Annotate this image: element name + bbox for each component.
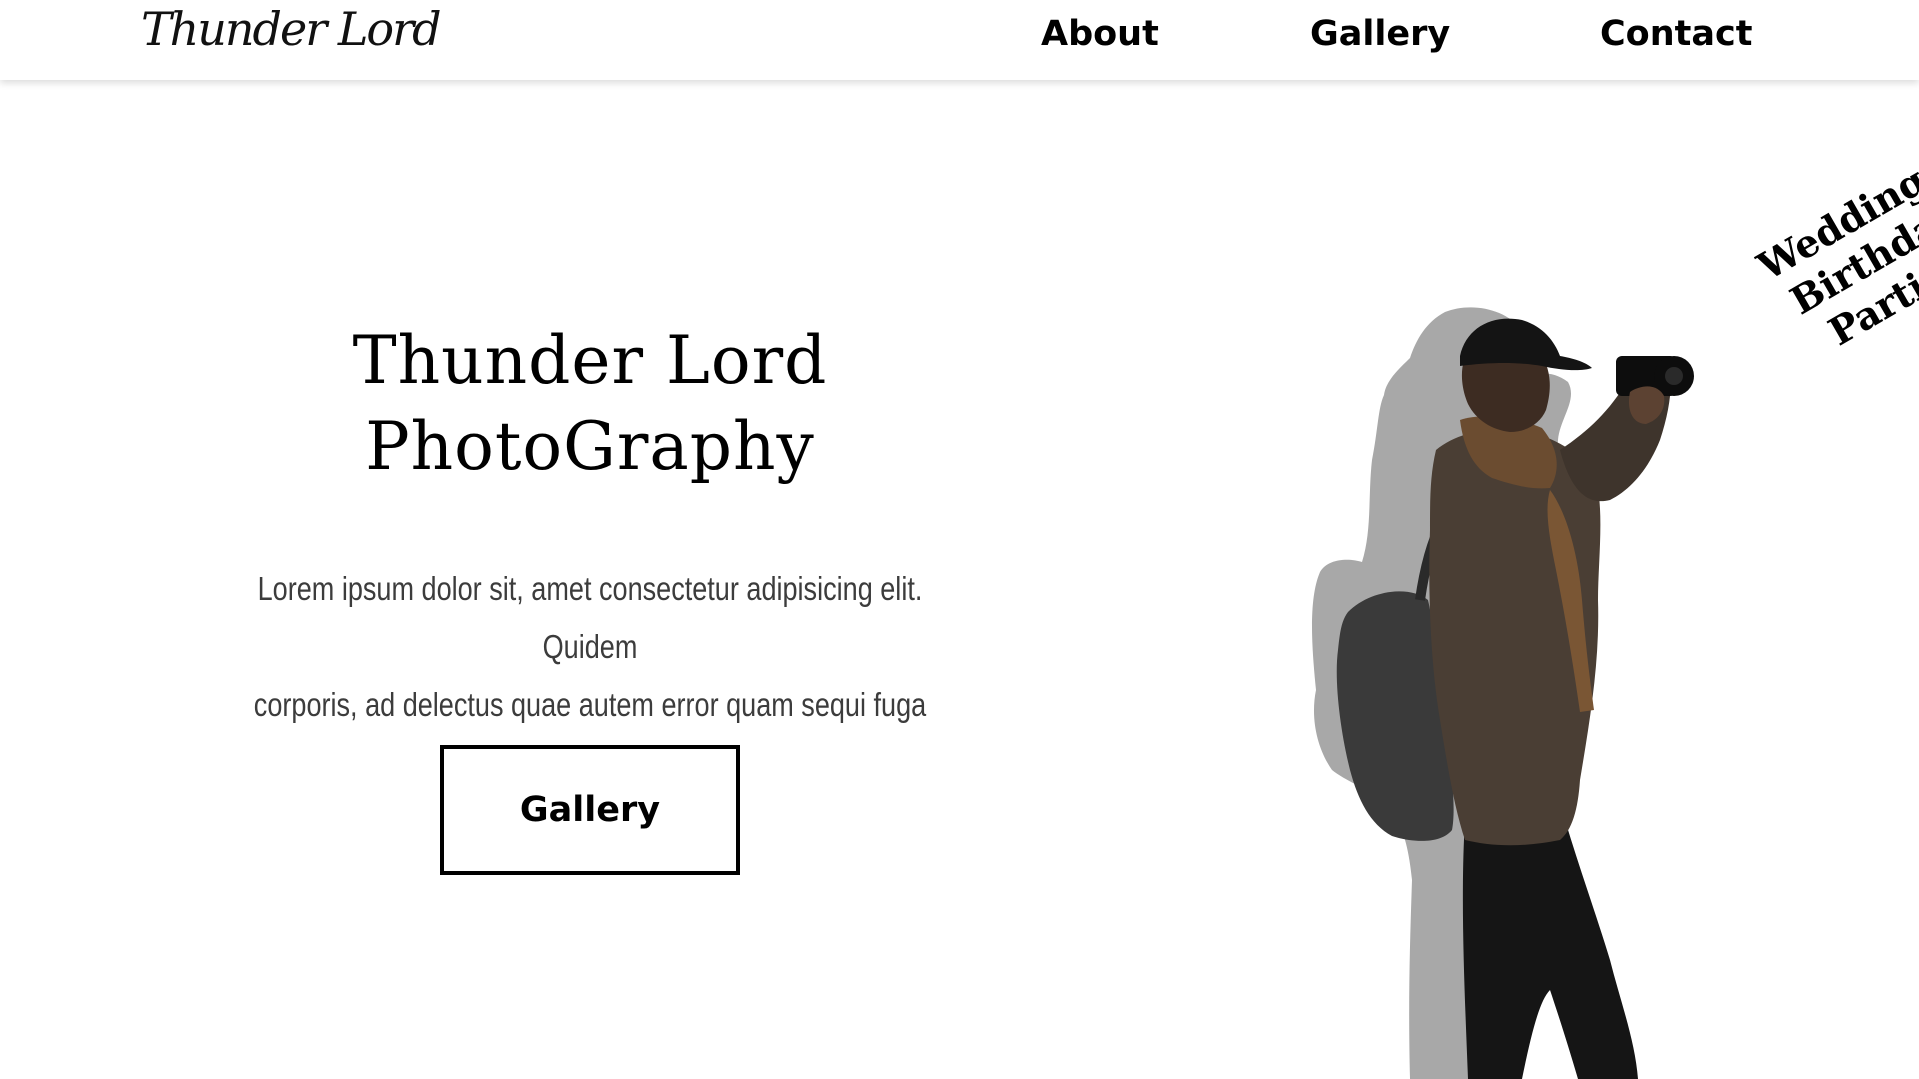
nav-link-contact[interactable]: Contact bbox=[1600, 14, 1752, 54]
nav-link-about[interactable]: About bbox=[1041, 14, 1159, 54]
site-logo[interactable]: Thunder Lord bbox=[141, 2, 442, 56]
nav-link-gallery[interactable]: Gallery bbox=[1310, 14, 1450, 54]
legs bbox=[1462, 819, 1638, 1079]
hero-title-line2: PhotoGraphy bbox=[365, 408, 815, 485]
hero-title-line1: Thunder Lord bbox=[352, 322, 828, 399]
photographer-image bbox=[1260, 300, 1780, 1079]
gallery-button[interactable]: Gallery bbox=[440, 745, 740, 875]
hero-title: Thunder Lord PhotoGraphy bbox=[180, 318, 1000, 490]
navbar: Thunder Lord About Gallery Contact bbox=[0, 0, 1919, 80]
hero-description-line1: Lorem ipsum dolor sit, amet consectetur … bbox=[257, 570, 923, 665]
